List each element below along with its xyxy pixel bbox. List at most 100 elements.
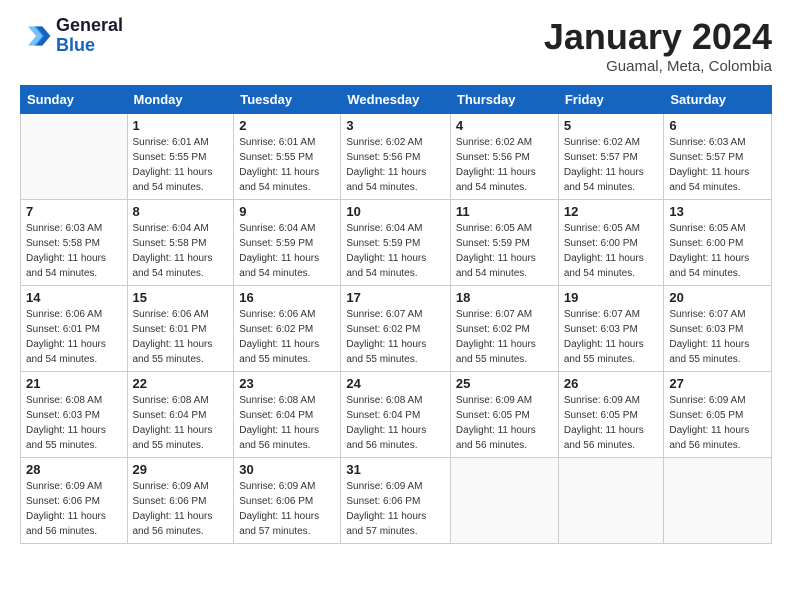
- sunset-line: Sunset: 6:03 PM: [26, 408, 122, 423]
- day-number: 16: [239, 290, 335, 305]
- sunset-line: Sunset: 6:06 PM: [346, 494, 445, 509]
- day-number: 2: [239, 118, 335, 133]
- daylight-label: Daylight: 11 hours: [346, 423, 445, 438]
- table-row: 11Sunrise: 6:05 AMSunset: 5:59 PMDayligh…: [450, 200, 558, 286]
- sunrise-line: Sunrise: 6:09 AM: [239, 479, 335, 494]
- col-tuesday: Tuesday: [234, 86, 341, 114]
- location: Guamal, Meta, Colombia: [544, 58, 772, 75]
- day-number: 8: [133, 204, 229, 219]
- daylight-minutes: and 54 minutes.: [239, 266, 335, 281]
- sunset-line: Sunset: 5:57 PM: [564, 150, 659, 165]
- day-number: 28: [26, 462, 122, 477]
- daylight-minutes: and 54 minutes.: [456, 266, 553, 281]
- daylight-label: Daylight: 11 hours: [564, 423, 659, 438]
- daylight-minutes: and 54 minutes.: [239, 180, 335, 195]
- table-row: 15Sunrise: 6:06 AMSunset: 6:01 PMDayligh…: [127, 286, 234, 372]
- day-detail: Sunrise: 6:09 AMSunset: 6:05 PMDaylight:…: [669, 393, 766, 453]
- sunrise-line: Sunrise: 6:02 AM: [456, 135, 553, 150]
- daylight-minutes: and 54 minutes.: [564, 180, 659, 195]
- sunrise-line: Sunrise: 6:06 AM: [239, 307, 335, 322]
- sunrise-line: Sunrise: 6:05 AM: [669, 221, 766, 236]
- daylight-minutes: and 56 minutes.: [669, 438, 766, 453]
- sunrise-line: Sunrise: 6:04 AM: [239, 221, 335, 236]
- logo-icon: [20, 20, 52, 52]
- sunset-line: Sunset: 6:06 PM: [133, 494, 229, 509]
- daylight-label: Daylight: 11 hours: [239, 251, 335, 266]
- table-row: 28Sunrise: 6:09 AMSunset: 6:06 PMDayligh…: [21, 458, 128, 544]
- daylight-label: Daylight: 11 hours: [133, 337, 229, 352]
- table-row: 6Sunrise: 6:03 AMSunset: 5:57 PMDaylight…: [664, 114, 772, 200]
- day-number: 27: [669, 376, 766, 391]
- sunrise-line: Sunrise: 6:07 AM: [564, 307, 659, 322]
- sunrise-line: Sunrise: 6:08 AM: [239, 393, 335, 408]
- day-number: 21: [26, 376, 122, 391]
- daylight-minutes: and 57 minutes.: [346, 524, 445, 539]
- daylight-minutes: and 55 minutes.: [133, 438, 229, 453]
- sunset-line: Sunset: 5:59 PM: [239, 236, 335, 251]
- sunset-line: Sunset: 6:05 PM: [564, 408, 659, 423]
- table-row: 26Sunrise: 6:09 AMSunset: 6:05 PMDayligh…: [558, 372, 664, 458]
- day-detail: Sunrise: 6:02 AMSunset: 5:57 PMDaylight:…: [564, 135, 659, 195]
- daylight-minutes: and 57 minutes.: [239, 524, 335, 539]
- sunset-line: Sunset: 6:06 PM: [239, 494, 335, 509]
- day-detail: Sunrise: 6:06 AMSunset: 6:01 PMDaylight:…: [26, 307, 122, 367]
- day-detail: Sunrise: 6:04 AMSunset: 5:59 PMDaylight:…: [239, 221, 335, 281]
- sunrise-line: Sunrise: 6:07 AM: [346, 307, 445, 322]
- table-row: [450, 458, 558, 544]
- table-row: 29Sunrise: 6:09 AMSunset: 6:06 PMDayligh…: [127, 458, 234, 544]
- table-row: 19Sunrise: 6:07 AMSunset: 6:03 PMDayligh…: [558, 286, 664, 372]
- daylight-minutes: and 54 minutes.: [669, 266, 766, 281]
- sunrise-line: Sunrise: 6:04 AM: [346, 221, 445, 236]
- daylight-minutes: and 56 minutes.: [26, 524, 122, 539]
- sunset-line: Sunset: 6:05 PM: [456, 408, 553, 423]
- col-sunday: Sunday: [21, 86, 128, 114]
- daylight-minutes: and 56 minutes.: [346, 438, 445, 453]
- header: General Blue January 2024 Guamal, Meta, …: [20, 16, 772, 75]
- daylight-label: Daylight: 11 hours: [456, 165, 553, 180]
- day-number: 15: [133, 290, 229, 305]
- table-row: 13 Sunrise: 6:05 AMSunset: 6:00 PMDayligh…: [664, 200, 772, 286]
- daylight-minutes: and 56 minutes.: [564, 438, 659, 453]
- table-row: 18Sunrise: 6:07 AMSunset: 6:02 PMDayligh…: [450, 286, 558, 372]
- day-detail: Sunrise: 6:07 AMSunset: 6:02 PMDaylight:…: [456, 307, 553, 367]
- day-number: 22: [133, 376, 229, 391]
- sunset-line: Sunset: 5:56 PM: [456, 150, 553, 165]
- daylight-minutes: and 55 minutes.: [133, 352, 229, 367]
- day-detail: Sunrise: 6:07 AMSunset: 6:02 PMDaylight:…: [346, 307, 445, 367]
- day-number: 1: [133, 118, 229, 133]
- day-detail: Sunrise: 6:07 AMSunset: 6:03 PMDaylight:…: [564, 307, 659, 367]
- sunrise-line: Sunrise: 6:02 AM: [564, 135, 659, 150]
- daylight-label: Daylight: 11 hours: [564, 337, 659, 352]
- col-monday: Monday: [127, 86, 234, 114]
- day-number: 5: [564, 118, 659, 133]
- daylight-minutes: and 54 minutes.: [564, 266, 659, 281]
- sunrise-line: Sunrise: 6:07 AM: [456, 307, 553, 322]
- title-block: January 2024 Guamal, Meta, Colombia: [544, 16, 772, 75]
- daylight-label: Daylight: 11 hours: [239, 165, 335, 180]
- day-detail: Sunrise: 6:05 AMSunset: 6:00 PMDaylight:…: [669, 221, 766, 281]
- day-detail: Sunrise: 6:03 AMSunset: 5:58 PMDaylight:…: [26, 221, 122, 281]
- daylight-label: Daylight: 11 hours: [669, 423, 766, 438]
- sunset-line: Sunset: 5:59 PM: [456, 236, 553, 251]
- day-number: 17: [346, 290, 445, 305]
- table-row: 14Sunrise: 6:06 AMSunset: 6:01 PMDayligh…: [21, 286, 128, 372]
- sunrise-line: Sunrise: 6:09 AM: [133, 479, 229, 494]
- day-number: 13: [669, 204, 766, 219]
- daylight-minutes: and 54 minutes.: [26, 352, 122, 367]
- daylight-label: Daylight: 11 hours: [456, 423, 553, 438]
- daylight-label: Daylight: 11 hours: [133, 165, 229, 180]
- sunset-line: Sunset: 5:58 PM: [133, 236, 229, 251]
- sunrise-line: Sunrise: 6:09 AM: [669, 393, 766, 408]
- sunrise-line: Sunrise: 6:06 AM: [133, 307, 229, 322]
- day-detail: Sunrise: 6:03 AMSunset: 5:57 PMDaylight:…: [669, 135, 766, 195]
- sunset-line: Sunset: 5:55 PM: [133, 150, 229, 165]
- sunset-line: Sunset: 6:00 PM: [564, 236, 659, 251]
- table-row: 20Sunrise: 6:07 AMSunset: 6:03 PMDayligh…: [664, 286, 772, 372]
- calendar-week-row: 1Sunrise: 6:01 AMSunset: 5:55 PMDaylight…: [21, 114, 772, 200]
- daylight-minutes: and 54 minutes.: [26, 266, 122, 281]
- sunrise-line: Sunrise: 6:03 AM: [26, 221, 122, 236]
- calendar: Sunday Monday Tuesday Wednesday Thursday…: [20, 85, 772, 544]
- calendar-week-row: 14Sunrise: 6:06 AMSunset: 6:01 PMDayligh…: [21, 286, 772, 372]
- day-detail: Sunrise: 6:04 AMSunset: 5:59 PMDaylight:…: [346, 221, 445, 281]
- calendar-week-row: 28Sunrise: 6:09 AMSunset: 6:06 PMDayligh…: [21, 458, 772, 544]
